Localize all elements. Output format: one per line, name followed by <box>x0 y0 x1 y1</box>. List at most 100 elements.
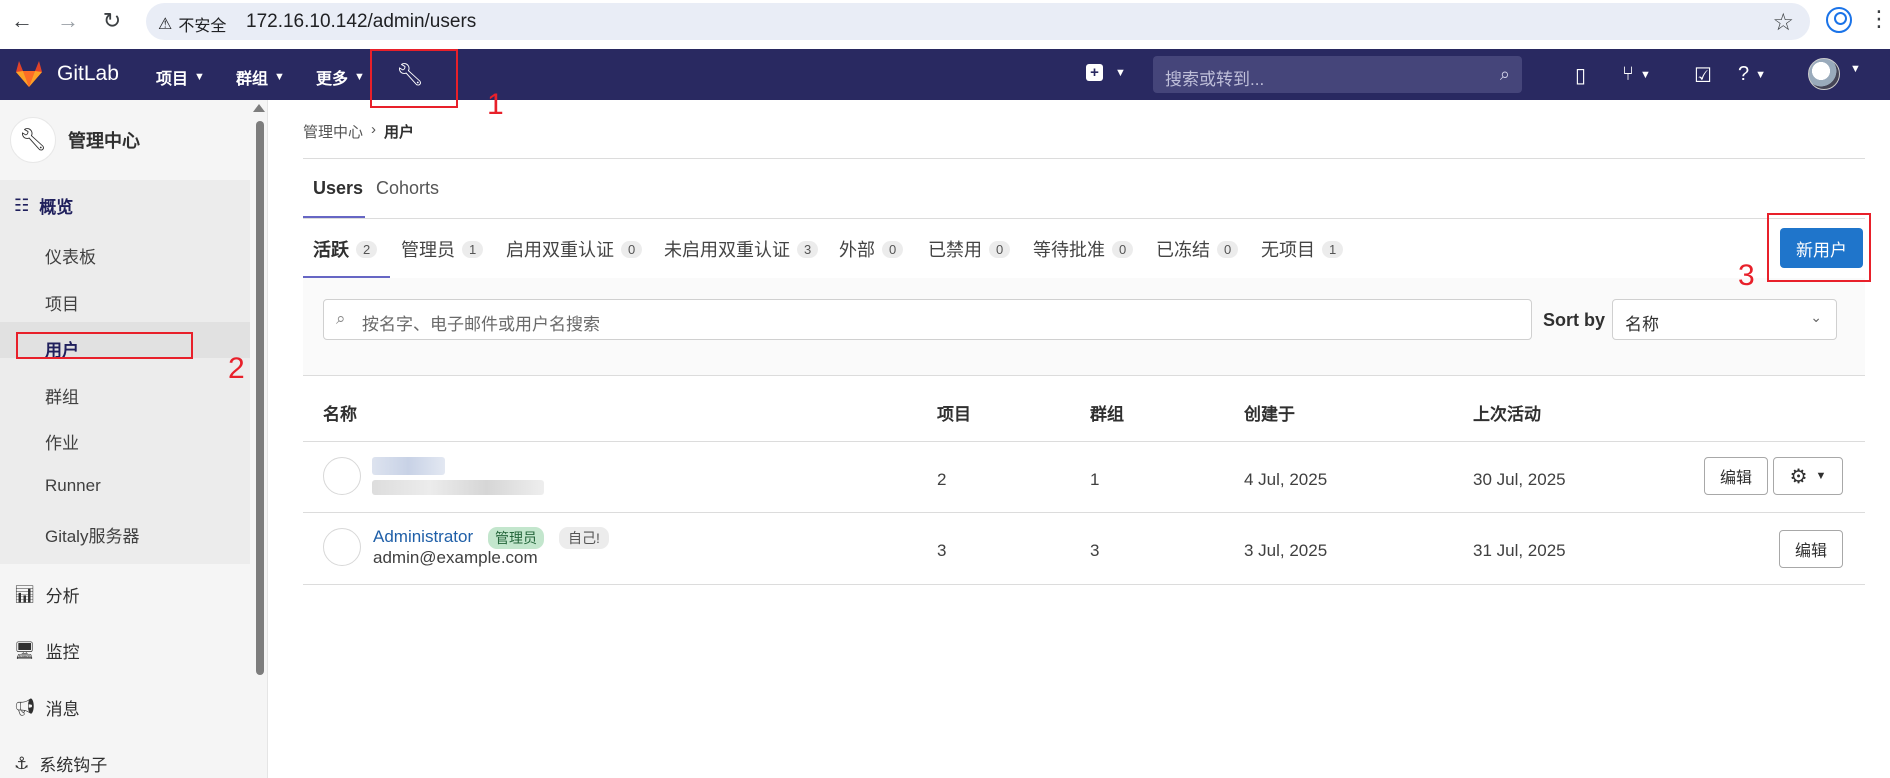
edit-button[interactable]: 编辑 <box>1779 530 1843 568</box>
redacted-email <box>372 480 544 495</box>
user-search-input[interactable]: ⌕ 按名字、电子邮件或用户名搜索 <box>323 299 1532 340</box>
gitlab-logo-icon[interactable] <box>14 60 44 88</box>
bar-chart-icon: 📊︎ <box>14 584 36 604</box>
user-name-link[interactable]: Administrator <box>373 527 473 547</box>
filter-tab-without-projects[interactable]: 无项目 1 <box>1261 236 1344 262</box>
grid-icon: ☷ <box>14 195 30 215</box>
column-header-created: 创建于 <box>1244 405 1295 424</box>
chevron-down-icon[interactable]: ▼ <box>1850 63 1861 75</box>
global-search-input[interactable]: 搜索或转到... ⌕ <box>1153 56 1522 93</box>
nav-groups[interactable]: 群组 ▼ <box>236 65 285 89</box>
gitlab-brand[interactable]: GitLab <box>57 62 119 86</box>
url-text[interactable]: 172.16.10.142/admin/users <box>246 11 476 33</box>
filter-tab-2fa-disabled[interactable]: 未启用双重认证 3 <box>664 236 819 262</box>
breadcrumb-current: 用户 <box>384 124 415 141</box>
breadcrumb: 管理中心 › 用户 <box>303 121 414 142</box>
annotation-number-3: 3 <box>1738 259 1755 292</box>
column-header-name: 名称 <box>323 405 357 424</box>
cell-projects: 3 <box>937 541 947 560</box>
avatar[interactable] <box>323 457 361 495</box>
search-icon: ⌕ <box>336 309 346 328</box>
browser-menu-icon[interactable]: ⋮ <box>1868 6 1890 32</box>
sidebar-header[interactable]: 🔧︎ 管理中心 <box>10 117 140 163</box>
filter-tab-admins[interactable]: 管理员 1 <box>401 236 484 262</box>
avatar[interactable] <box>323 528 361 566</box>
admin-sidebar: 🔧︎ 管理中心 ☷ 概览 仪表板 项目 用户 群组 作业 Runner Gital… <box>0 100 268 778</box>
security-indicator[interactable]: ⚠ 不安全 <box>158 12 226 36</box>
sidebar-item-jobs[interactable]: 作业 <box>45 429 79 454</box>
gear-icon: ⚙ <box>1789 465 1808 488</box>
sidebar-item-dashboard[interactable]: 仪表板 <box>45 243 96 268</box>
scroll-up-arrow-icon[interactable] <box>253 104 265 112</box>
cell-created: 3 Jul, 2025 <box>1244 541 1328 560</box>
forward-arrow-icon[interactable]: → <box>55 8 81 34</box>
user-actions-dropdown[interactable]: ⚙ ▼ <box>1773 457 1843 495</box>
annotation-number-1: 1 <box>487 88 504 121</box>
annotation-box-3 <box>1767 213 1871 282</box>
filter-bar: ⌕ 按名字、电子邮件或用户名搜索 Sort by 名称 ⌄ <box>303 278 1865 375</box>
count-badge: 3 <box>797 240 819 258</box>
cell-last-activity: 30 Jul, 2025 <box>1473 470 1566 489</box>
divider <box>303 512 1865 513</box>
chevron-right-icon: › <box>371 121 377 138</box>
edit-button[interactable]: 编辑 <box>1704 457 1768 495</box>
nav-projects[interactable]: 项目 ▼ <box>156 65 205 89</box>
chevron-down-icon: ▼ <box>1815 470 1827 482</box>
sidebar-item-messages[interactable]: 📢︎ 消息 <box>14 695 80 720</box>
chevron-down-icon: ▼ <box>1115 66 1126 79</box>
address-bar[interactable]: ⚠ 不安全 172.16.10.142/admin/users ☆ <box>146 3 1810 40</box>
filter-tab-banned[interactable]: 已冻结 0 <box>1156 236 1239 262</box>
back-arrow-icon[interactable]: ← <box>9 8 35 34</box>
sidebar-item-analytics[interactable]: 📊︎ 分析 <box>14 582 80 607</box>
issues-icon[interactable]: ▯ <box>1575 63 1586 88</box>
create-new-dropdown[interactable]: + ▼ <box>1086 64 1126 81</box>
help-icon[interactable]: ? ▼ <box>1738 63 1766 86</box>
sidebar-item-monitoring[interactable]: 🖥︎ 监控 <box>14 638 80 663</box>
breadcrumb-parent[interactable]: 管理中心 <box>303 121 363 142</box>
gitlab-topbar: GitLab 项目 ▼ 群组 ▼ 更多 ▼ 🔧︎ + ▼ 搜索或转到... ⌕ ▯ ⑂ ▼… <box>0 49 1890 100</box>
admin-badge: 管理员 <box>488 527 544 549</box>
sidebar-item-overview[interactable]: ☷ 概览 <box>14 193 73 218</box>
count-badge: 2 <box>356 240 378 258</box>
chevron-down-icon: ▼ <box>274 71 285 83</box>
tab-users[interactable]: Users <box>313 178 363 199</box>
redacted-username[interactable] <box>372 457 445 475</box>
count-badge: 1 <box>462 240 484 258</box>
filter-tab-external[interactable]: 外部 0 <box>839 236 904 262</box>
sidebar-item-hooks[interactable]: ⚓︎ 系统钩子 <box>14 751 107 776</box>
annotation-box-2 <box>16 332 193 359</box>
column-header-last-activity: 上次活动 <box>1473 405 1541 424</box>
annotation-number-2: 2 <box>228 352 245 385</box>
column-header-groups: 群组 <box>1090 405 1124 424</box>
filter-tab-2fa-enabled[interactable]: 启用双重认证 0 <box>506 236 643 262</box>
user-avatar[interactable] <box>1808 58 1840 90</box>
sidebar-scrollbar[interactable] <box>256 121 264 675</box>
anchor-icon: ⚓︎ <box>14 753 30 773</box>
sort-select[interactable]: 名称 ⌄ <box>1612 299 1837 340</box>
filter-tab-pending[interactable]: 等待批准 0 <box>1033 236 1134 262</box>
sidebar-item-runner[interactable]: Runner <box>45 476 101 496</box>
cell-groups: 1 <box>1090 470 1100 489</box>
sidebar-item-gitaly[interactable]: Gitaly服务器 <box>45 522 139 547</box>
bookmark-star-icon[interactable]: ☆ <box>1772 8 1794 37</box>
tab-cohorts[interactable]: Cohorts <box>376 178 439 199</box>
sidebar-item-projects[interactable]: 项目 <box>45 290 79 315</box>
filter-tab-active[interactable]: 活跃 2 <box>313 236 378 262</box>
plus-square-icon: + <box>1086 64 1103 81</box>
divider <box>303 158 1865 159</box>
todo-check-icon[interactable]: ☑ <box>1694 63 1712 88</box>
divider <box>303 441 1865 442</box>
sidebar-item-groups[interactable]: 群组 <box>45 383 79 408</box>
chevron-down-icon: ▼ <box>354 71 365 83</box>
cell-groups: 3 <box>1090 541 1100 560</box>
sort-label: Sort by <box>1543 310 1606 330</box>
user-email: admin@example.com <box>373 548 538 567</box>
nav-more[interactable]: 更多 ▼ <box>316 65 365 89</box>
cell-last-activity: 31 Jul, 2025 <box>1473 541 1566 560</box>
browser-profile-icon[interactable] <box>1826 7 1852 33</box>
divider <box>303 375 1865 376</box>
reload-icon[interactable]: ↻ <box>99 8 125 34</box>
filter-tab-blocked[interactable]: 已禁用 0 <box>928 236 1011 262</box>
divider <box>303 584 1865 585</box>
merge-requests-icon[interactable]: ⑂ ▼ <box>1622 63 1651 86</box>
